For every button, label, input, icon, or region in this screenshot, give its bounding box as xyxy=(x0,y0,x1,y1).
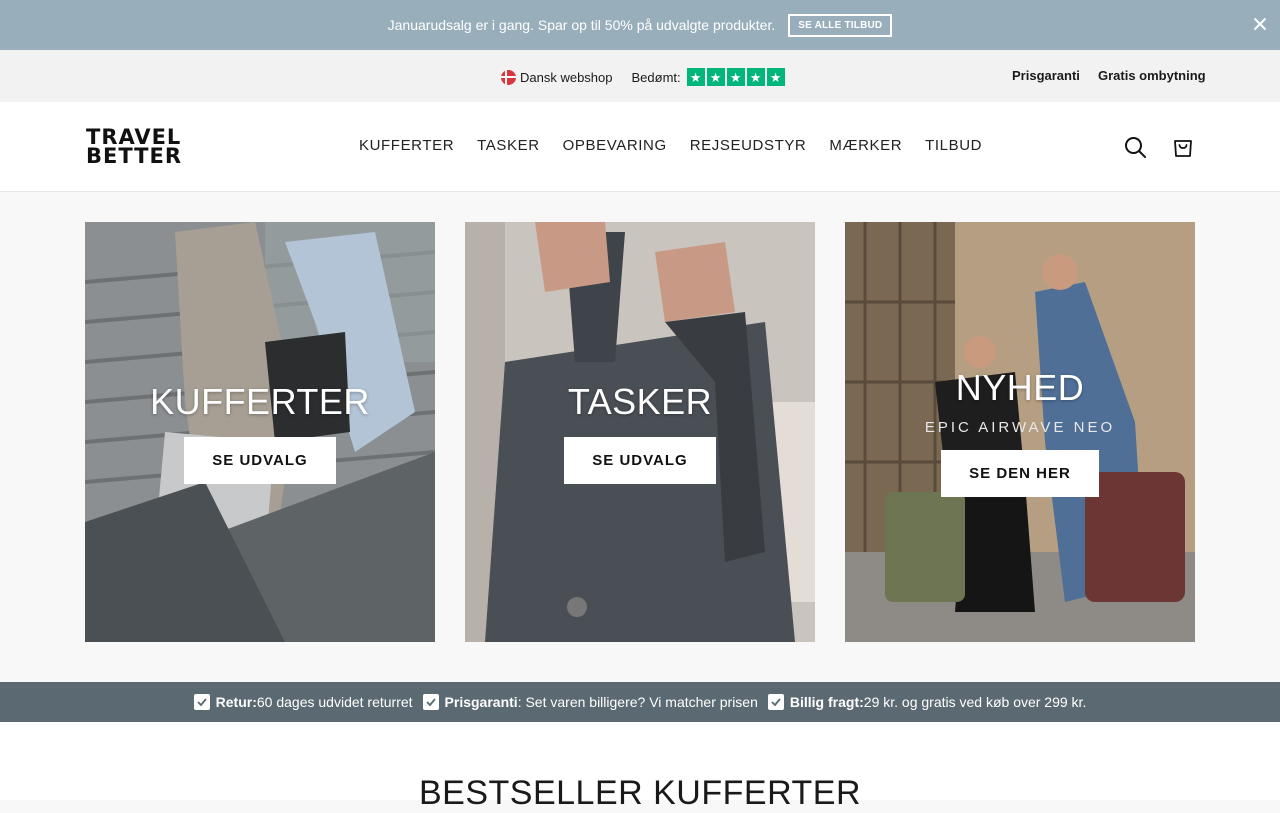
category-tile-kufferter[interactable]: KUFFERTER SE UDVALG xyxy=(85,222,435,642)
logo[interactable]: TRAVEL BETTER xyxy=(86,127,182,167)
utility-bar: Dansk webshop Bedømt: ★ ★ ★ ★ ★ Prisgara… xyxy=(0,50,1280,102)
usp-text: 29 kr. og gratis ved køb over 299 kr. xyxy=(863,694,1087,710)
danish-flag-icon xyxy=(501,69,516,85)
danish-webshop-label: Dansk webshop xyxy=(520,69,613,85)
bestseller-section: BESTSELLER KUFFERTER xyxy=(0,722,1280,812)
usp-item: Prisgaranti: Set varen billigere? Vi mat… xyxy=(422,694,758,710)
main-nav: KUFFERTER TASKER OPBEVARING REJSEUDSTYR … xyxy=(359,137,1005,154)
price-guarantee-link[interactable]: Prisgaranti xyxy=(1012,68,1080,83)
star-icon: ★ xyxy=(686,68,705,86)
tile-overlay: NYHED EPIC AIRWAVE NEO SE DEN HER xyxy=(845,222,1195,642)
nav-item-tilbud[interactable]: TILBUD xyxy=(925,137,982,154)
star-icon: ★ xyxy=(766,68,785,86)
category-tile-tasker[interactable]: TASKER SE UDVALG xyxy=(465,222,815,642)
section-heading: BESTSELLER KUFFERTER xyxy=(418,774,862,812)
search-icon[interactable] xyxy=(1123,135,1147,159)
tile-subtitle: EPIC AIRWAVE NEO xyxy=(924,419,1116,436)
tile-title: KUFFERTER xyxy=(150,380,370,422)
tile-overlay: KUFFERTER SE UDVALG xyxy=(85,222,435,642)
tile-title: NYHED xyxy=(955,367,1085,408)
trustpilot-stars[interactable]: ★ ★ ★ ★ ★ xyxy=(686,68,785,86)
usp-text: : Set varen billigere? Vi matcher prisen xyxy=(517,694,758,710)
free-exchange-link[interactable]: Gratis ombytning xyxy=(1098,68,1206,83)
see-all-offers-button[interactable]: SE ALLE TILBUD xyxy=(788,13,893,37)
checkbox-check-icon xyxy=(767,694,784,710)
nav-item-kufferter[interactable]: KUFFERTER xyxy=(359,137,454,154)
usp-label: Billig fragt: xyxy=(789,694,864,710)
promo-tile-nyhed[interactable]: NYHED EPIC AIRWAVE NEO SE DEN HER xyxy=(845,222,1195,642)
tile-overlay: TASKER SE UDVALG xyxy=(465,222,815,642)
star-icon: ★ xyxy=(706,68,725,86)
nav-item-maerker[interactable]: MÆRKER xyxy=(829,137,902,154)
trust-info: Dansk webshop Bedømt: ★ ★ ★ ★ ★ xyxy=(501,68,785,86)
close-icon[interactable] xyxy=(1250,14,1270,34)
checkbox-check-icon xyxy=(193,694,210,710)
announcement-message: Januarudsalg er i gang. Spar op til 50% … xyxy=(387,17,776,33)
nav-item-opbevaring[interactable]: OPBEVARING xyxy=(563,137,667,154)
usp-item: Billig fragt: 29 kr. og gratis ved køb o… xyxy=(767,694,1087,710)
tile-title: TASKER xyxy=(567,380,713,422)
nav-item-rejseudstyr[interactable]: REJSEUDSTYR xyxy=(690,137,807,154)
usp-label: Retur: xyxy=(215,694,257,710)
cart-icon[interactable] xyxy=(1171,135,1195,159)
star-icon: ★ xyxy=(726,68,745,86)
usp-bar: Retur: 60 dages udvidet returret Prisgar… xyxy=(0,682,1280,722)
star-icon: ★ xyxy=(746,68,765,86)
rated-label: Bedømt: xyxy=(631,69,681,85)
site-header: TRAVEL BETTER KUFFERTER TASKER OPBEVARIN… xyxy=(0,102,1280,192)
checkbox-check-icon xyxy=(422,694,439,710)
usp-label: Prisgaranti xyxy=(444,694,518,710)
see-selection-button[interactable]: SE UDVALG xyxy=(564,436,716,484)
usp-text: 60 dages udvidet returret xyxy=(256,694,413,710)
see-selection-button[interactable]: SE UDVALG xyxy=(184,436,336,484)
see-it-here-button[interactable]: SE DEN HER xyxy=(941,450,1099,497)
announcement-bar: Januarudsalg er i gang. Spar op til 50% … xyxy=(0,0,1280,50)
usp-item: Retur: 60 dages udvidet returret xyxy=(193,694,413,710)
nav-item-tasker[interactable]: TASKER xyxy=(477,137,540,154)
